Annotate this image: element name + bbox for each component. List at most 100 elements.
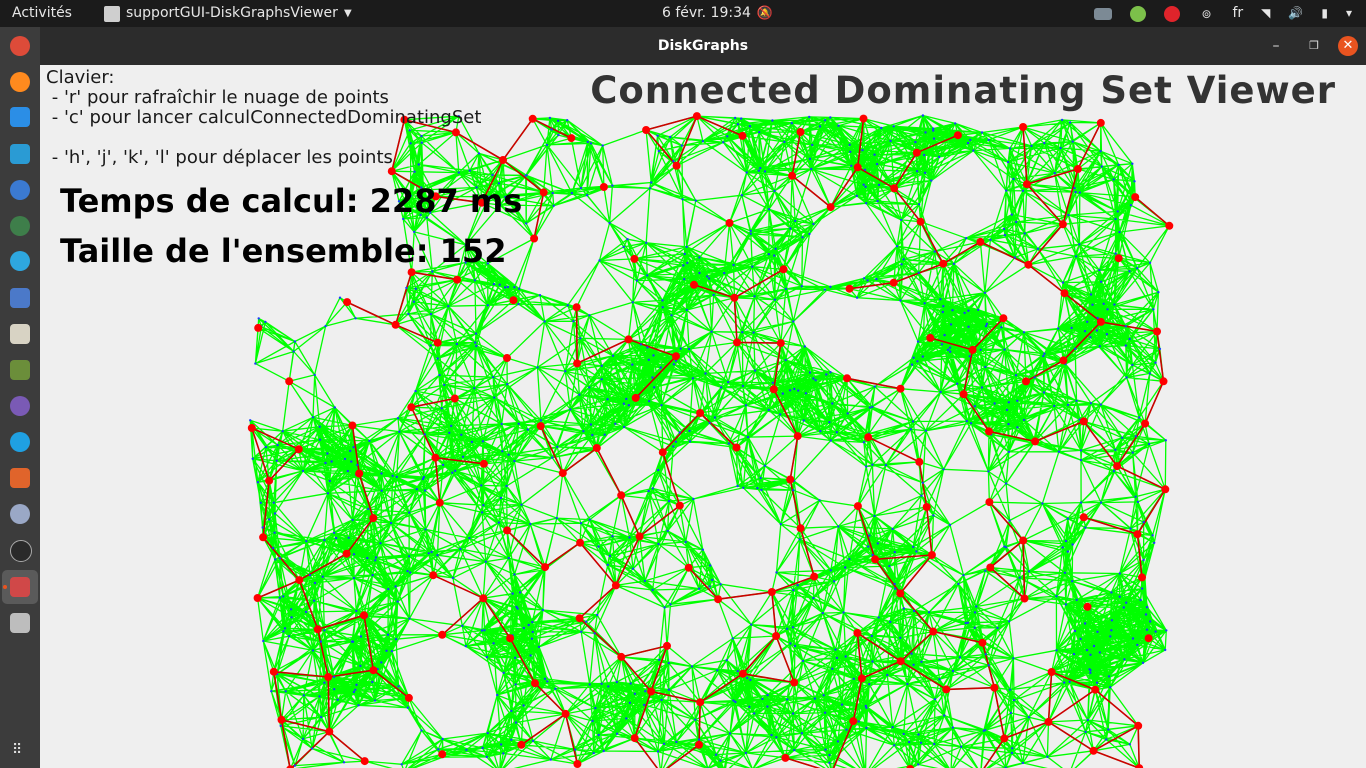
graph-point [726, 135, 729, 138]
graph-point [791, 712, 795, 715]
graph-point [647, 358, 650, 361]
graph-point [580, 630, 583, 633]
network-indicator-icon[interactable]: ⊚ [1198, 6, 1214, 22]
graph-point [852, 677, 855, 680]
window-titlebar[interactable]: DiskGraphs – ❐ ✕ [40, 27, 1366, 65]
dominating-point [1091, 685, 1100, 694]
keyboard-layout[interactable]: fr [1232, 0, 1243, 27]
graph-point [284, 690, 287, 693]
graph-point [552, 204, 555, 207]
close-button[interactable]: ✕ [1338, 36, 1358, 56]
graph-point [1046, 755, 1049, 758]
graph-point [1124, 344, 1128, 347]
telegram-icon[interactable] [10, 251, 30, 271]
graph-point [304, 610, 308, 614]
dominating-point [738, 669, 747, 678]
graph-point [513, 656, 517, 659]
graph-point [766, 705, 769, 708]
clock-button[interactable]: 6 févr. 19:34 🔕 [662, 0, 773, 27]
github-icon[interactable] [10, 396, 30, 416]
check-icon[interactable] [1130, 5, 1147, 22]
graph-point [475, 344, 478, 348]
minimize-button[interactable]: – [1266, 36, 1286, 56]
dominating-point [695, 740, 703, 749]
graph-point [510, 738, 513, 741]
dominating-point [1047, 668, 1056, 676]
chrome-icon[interactable] [10, 36, 30, 56]
dominating-point [889, 278, 898, 287]
graph-point [683, 252, 686, 256]
vscode-icon[interactable] [10, 107, 30, 127]
disk-icon[interactable] [1094, 7, 1113, 20]
graph-point [685, 245, 688, 249]
trash-icon[interactable] [10, 613, 30, 633]
graph-point [588, 683, 591, 686]
globe-icon[interactable] [10, 216, 30, 236]
show-applications-icon[interactable]: ⠿ [12, 742, 22, 758]
graph-point [811, 143, 814, 147]
graph-point [408, 617, 411, 620]
microphone-icon[interactable] [10, 504, 30, 524]
graph-point [593, 632, 596, 635]
graph-point [527, 623, 530, 627]
document-icon[interactable] [10, 288, 30, 308]
maximize-button[interactable]: ❐ [1304, 36, 1324, 56]
graph-point [892, 125, 895, 128]
graph-point [608, 221, 611, 225]
dominating-point [294, 445, 303, 454]
dominating-point [853, 629, 862, 637]
dominating-point [896, 589, 905, 598]
graph-point [1129, 527, 1132, 530]
settings-icon[interactable] [10, 540, 32, 562]
graph-point [543, 677, 547, 680]
skype-icon[interactable] [10, 432, 30, 452]
window-icon[interactable] [10, 324, 30, 344]
graph-point [1083, 622, 1087, 625]
help-icon[interactable] [10, 180, 30, 200]
dominating-point [976, 237, 985, 246]
minecraft-icon[interactable] [10, 360, 30, 380]
dominating-point [999, 314, 1008, 323]
graph-point [924, 429, 928, 432]
diskgraphs-icon[interactable] [10, 577, 30, 597]
activities-button[interactable]: Activités [12, 0, 72, 27]
java-icon[interactable] [10, 468, 30, 488]
graph-point [371, 680, 374, 684]
store-icon[interactable] [10, 144, 30, 164]
app-menu[interactable]: supportGUI-DiskGraphsViewer ▼ [104, 0, 352, 27]
graph-point [921, 481, 925, 484]
dominating-point [1031, 437, 1040, 446]
graph-canvas[interactable]: Clavier: - 'r' pour rafraîchir le nuage … [40, 65, 1366, 768]
graph-point [919, 741, 923, 744]
graph-point [420, 134, 423, 138]
firefox-icon[interactable] [10, 72, 30, 92]
graph-point [775, 736, 778, 739]
graph-point [541, 608, 545, 612]
chevron-down-icon[interactable]: ▾ [1346, 0, 1352, 27]
graph-point [835, 431, 838, 434]
graph-point [818, 499, 821, 502]
graph-point [349, 449, 352, 453]
graph-point [1068, 680, 1071, 683]
graph-point [554, 687, 557, 690]
graph-point [498, 283, 501, 286]
battery-icon[interactable]: ▮ [1321, 0, 1328, 27]
graph-point [784, 287, 788, 291]
graph-point [470, 440, 474, 444]
graph-point [1071, 543, 1074, 546]
graph-point [862, 183, 865, 186]
dominating-point [1083, 602, 1092, 611]
compute-time: Temps de calcul: 2287 ms [60, 182, 523, 220]
alert-icon[interactable] [1164, 5, 1181, 22]
graph-point [626, 238, 629, 241]
graph-point [891, 527, 894, 531]
graph-point [482, 504, 485, 507]
graph-point [834, 648, 837, 651]
graph-point [451, 471, 454, 474]
graph-point [1157, 291, 1160, 294]
graph-point [771, 119, 774, 122]
graph-point [518, 287, 521, 290]
wifi-icon[interactable]: ◥ [1261, 0, 1270, 27]
volume-icon[interactable]: 🔊 [1288, 0, 1303, 27]
graph-point [429, 312, 433, 316]
